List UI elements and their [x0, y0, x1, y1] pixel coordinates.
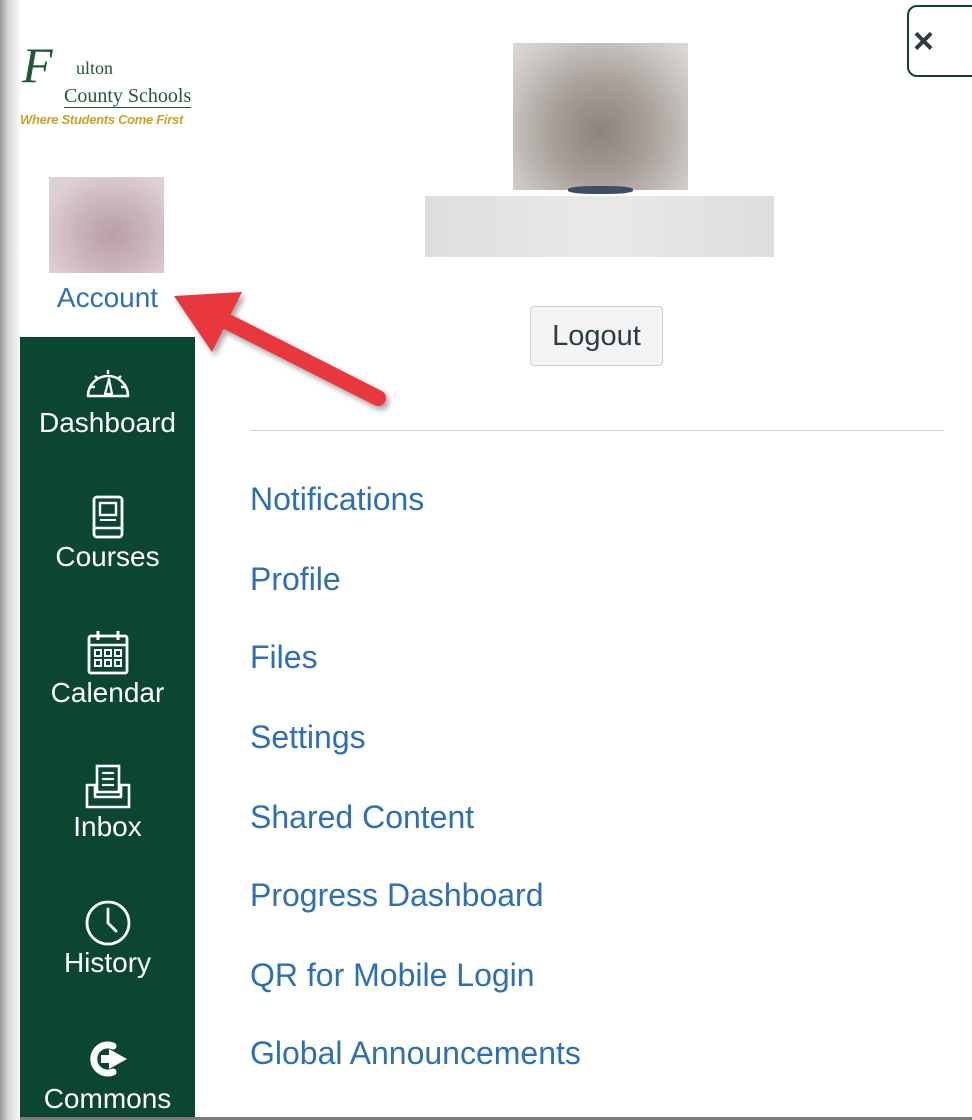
dashboard-gauge-icon — [86, 370, 129, 398]
nav-label-calendar: Calendar — [50, 677, 165, 708]
window-edge-shadow — [0, 0, 22, 1120]
book-icon — [92, 495, 123, 539]
logo-line-2: County Schools — [64, 85, 192, 108]
logout-button[interactable]: Logout — [530, 306, 663, 366]
nav-label-courses: Courses — [55, 541, 160, 572]
nav-label-inbox: Inbox — [73, 811, 142, 842]
close-button[interactable]: × — [907, 5, 972, 77]
global-navigation: Dashboard Courses Calendar Inbox History… — [20, 337, 195, 1120]
calendar-icon — [87, 631, 128, 675]
account-label[interactable]: Account — [20, 282, 195, 314]
avatar-base — [568, 186, 633, 194]
link-files[interactable]: Files — [250, 637, 318, 677]
clock-icon — [85, 900, 130, 946]
user-avatar-large — [513, 43, 688, 194]
link-settings[interactable]: Settings — [250, 717, 366, 757]
nav-label-dashboard: Dashboard — [39, 407, 176, 438]
user-name-redacted — [425, 196, 774, 257]
nav-label-history: History — [63, 947, 152, 978]
link-global-announcements[interactable]: Global Announcements — [250, 1033, 581, 1073]
nav-item-courses[interactable]: Courses — [20, 491, 195, 573]
nav-item-calendar[interactable]: Calendar — [20, 627, 195, 709]
link-qr-mobile-login[interactable]: QR for Mobile Login — [250, 955, 535, 995]
logo-script-initial: F — [22, 37, 53, 93]
link-profile[interactable]: Profile — [250, 559, 341, 599]
nav-item-inbox[interactable]: Inbox — [20, 761, 195, 843]
logo-tagline: Where Students Come First — [20, 112, 183, 127]
nav-label-commons: Commons — [43, 1083, 172, 1114]
link-notifications[interactable]: Notifications — [250, 479, 424, 519]
nav-item-dashboard[interactable]: Dashboard — [20, 357, 195, 439]
commons-arrow-icon — [89, 1041, 127, 1077]
inbox-icon — [85, 764, 130, 809]
nav-item-history[interactable]: History — [20, 897, 195, 979]
fulton-county-schools-logo[interactable]: F ulton County Schools Where Students Co… — [20, 40, 200, 135]
account-avatar[interactable] — [49, 177, 164, 273]
link-progress-dashboard[interactable]: Progress Dashboard — [250, 875, 543, 915]
panel-divider — [250, 430, 944, 431]
nav-item-commons[interactable]: Commons — [20, 1033, 195, 1115]
logo-line-1: ulton — [76, 58, 114, 78]
link-shared-content[interactable]: Shared Content — [250, 797, 474, 837]
